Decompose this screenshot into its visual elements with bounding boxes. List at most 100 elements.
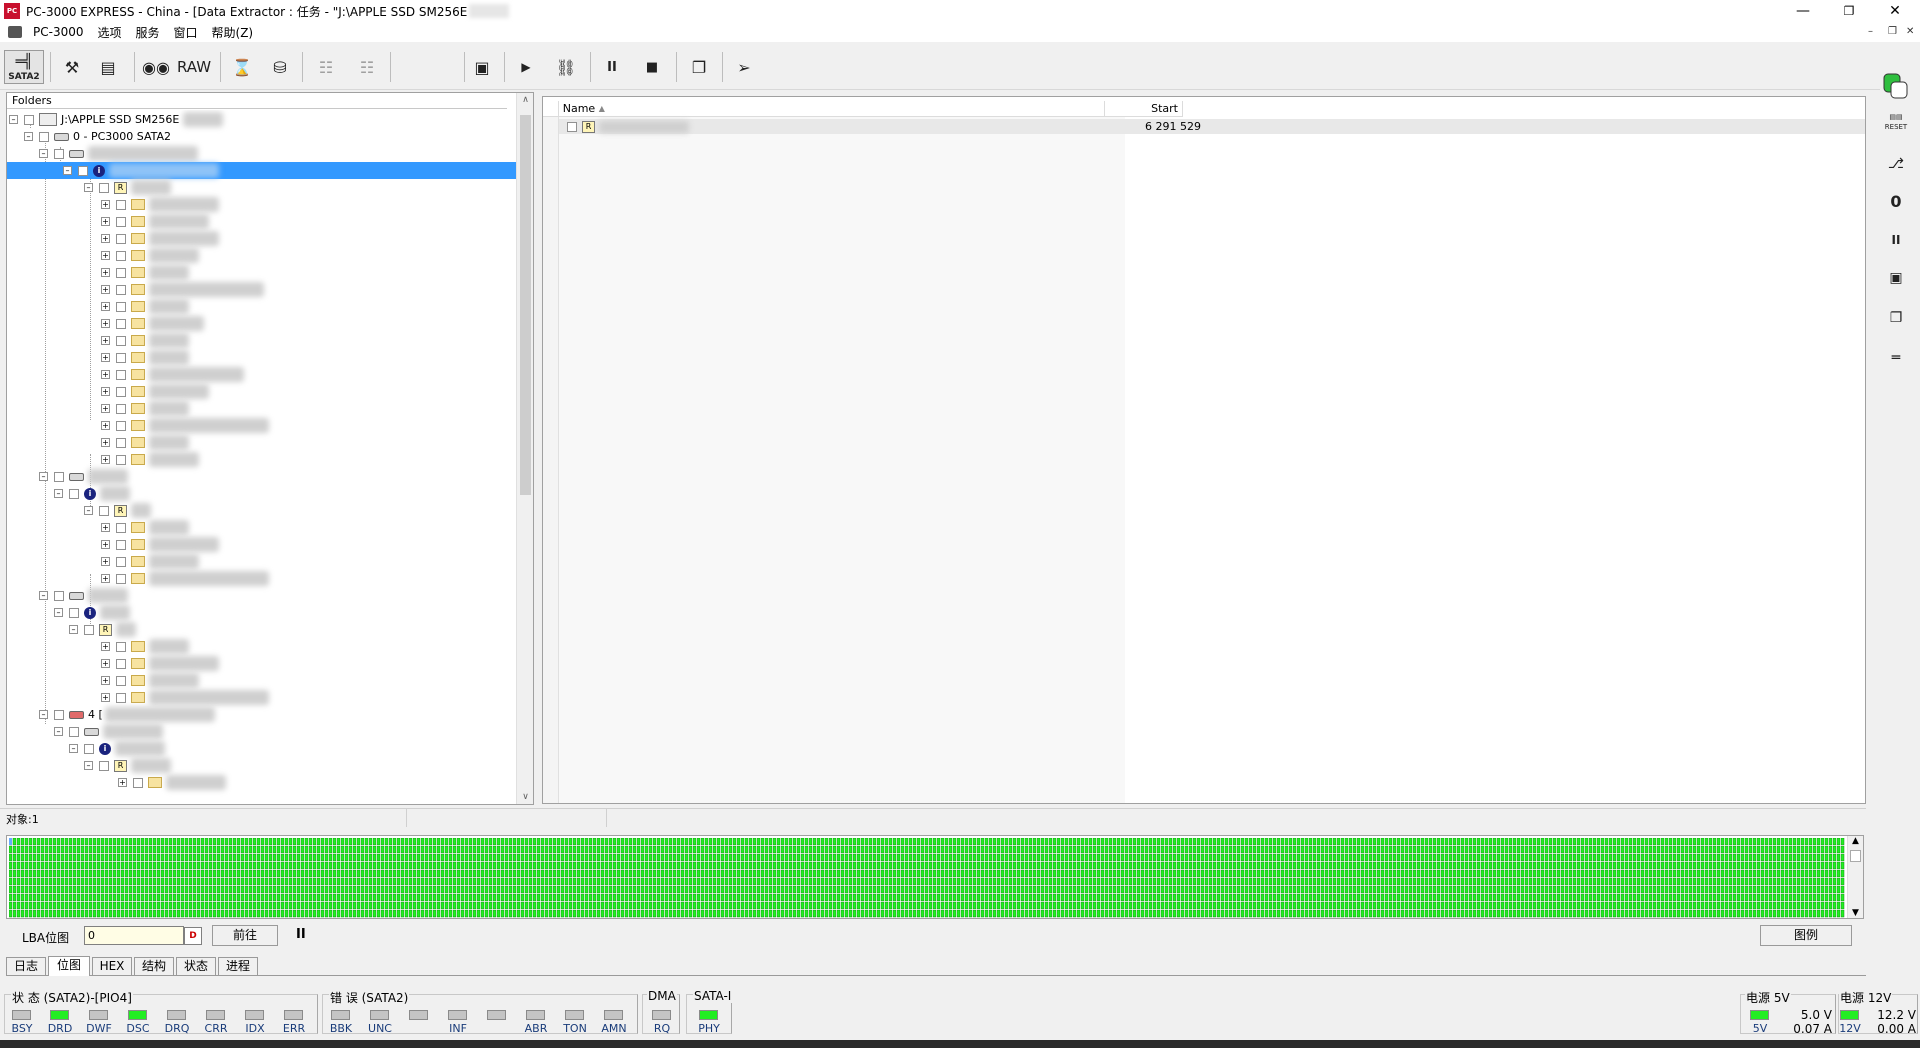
expand-toggle[interactable]: +	[101, 353, 110, 362]
node-checkbox[interactable]	[84, 743, 94, 754]
node-checkbox[interactable]	[99, 182, 109, 193]
scrollbar-thumb[interactable]	[1850, 850, 1861, 862]
node-checkbox[interactable]	[116, 556, 126, 567]
node-checkbox[interactable]	[116, 284, 126, 295]
node-checkbox[interactable]	[116, 403, 126, 414]
menu-help[interactable]: 帮助(Z)	[205, 24, 261, 41]
node-checkbox[interactable]	[116, 692, 126, 703]
node-checkbox[interactable]	[24, 114, 34, 125]
tree-node-folder[interactable]: +	[101, 383, 209, 400]
expand-toggle[interactable]: +	[101, 200, 110, 209]
tree-node-partition-4[interactable]: – 4 [	[39, 706, 215, 723]
document-app-icon[interactable]	[8, 26, 22, 38]
tree-node-folder[interactable]: +	[101, 400, 189, 417]
expand-toggle[interactable]: +	[101, 234, 110, 243]
tab-status[interactable]: 状态	[176, 957, 216, 976]
decimal-hex-toggle-icon[interactable]: D	[184, 927, 202, 945]
node-checkbox[interactable]	[133, 777, 143, 788]
collapse-toggle[interactable]: –	[84, 761, 93, 770]
node-checkbox[interactable]	[54, 471, 64, 482]
node-checkbox[interactable]	[54, 709, 64, 720]
tree-node-root-dir[interactable]: – R	[69, 621, 136, 638]
tree-node-partition[interactable]: –	[54, 723, 163, 740]
menu-window[interactable]: 窗口	[167, 24, 205, 41]
stop-icon[interactable]: ■	[638, 50, 666, 84]
hourglass-icon[interactable]: ⌛	[228, 50, 256, 84]
node-checkbox[interactable]	[84, 624, 94, 635]
node-checkbox[interactable]	[78, 165, 88, 176]
script-icon[interactable]: ▤	[94, 50, 122, 84]
windows-icon[interactable]: ❐	[684, 50, 714, 84]
expand-toggle[interactable]: +	[101, 659, 110, 668]
task-icon[interactable]: ▣	[468, 50, 496, 84]
scroll-up-arrow-icon[interactable]: ∧	[517, 95, 533, 105]
tree-node-folder[interactable]: +	[101, 417, 269, 434]
tree-node-partition[interactable]: –	[39, 587, 128, 604]
mdi-close-button[interactable]: ✕	[1906, 26, 1914, 37]
tree-node-device[interactable]: – 0 - PC3000 SATA2	[24, 128, 171, 145]
tree-node-folder[interactable]: +	[101, 570, 269, 587]
play-icon[interactable]: ▶	[514, 50, 538, 84]
node-checkbox[interactable]	[116, 369, 126, 380]
tree-node-folder[interactable]: +	[101, 332, 189, 349]
expand-toggle[interactable]: +	[101, 319, 110, 328]
row-checkbox[interactable]	[567, 121, 577, 132]
tree-node-folder[interactable]: +	[101, 315, 204, 332]
tree-node-folder[interactable]: +	[101, 196, 219, 213]
collapse-toggle[interactable]: –	[63, 166, 72, 175]
connector-icon[interactable]: ═	[1884, 346, 1908, 370]
tab-structure[interactable]: 结构	[134, 957, 174, 976]
mdi-restore-button[interactable]: ❐	[1888, 26, 1897, 37]
network-icon[interactable]: ⛓	[548, 50, 584, 84]
sata2-port-button[interactable]: ═╣ SATA2	[4, 50, 44, 84]
bitmap-cells[interactable]	[9, 838, 1845, 918]
node-checkbox[interactable]	[54, 148, 64, 159]
menu-options[interactable]: 选项	[90, 24, 128, 41]
expand-toggle[interactable]: +	[101, 455, 110, 464]
node-checkbox[interactable]	[116, 318, 126, 329]
collapse-toggle[interactable]: –	[69, 625, 78, 634]
side-pause-icon[interactable]: II	[1884, 228, 1908, 252]
tree-node-root-dir[interactable]: – R	[84, 502, 151, 519]
tree-node-folder[interactable]: +	[101, 213, 209, 230]
node-checkbox[interactable]	[99, 505, 109, 516]
tree-node-volume[interactable]: – i	[54, 604, 130, 621]
node-checkbox[interactable]	[116, 539, 126, 550]
node-checkbox[interactable]	[116, 420, 126, 431]
tree-node-folder[interactable]: +	[101, 519, 189, 536]
collapse-toggle[interactable]: –	[54, 489, 63, 498]
column-header-start[interactable]: Start	[1105, 101, 1183, 116]
collapse-toggle[interactable]: –	[84, 183, 93, 192]
scroll-up-arrow-icon[interactable]: ▲	[1848, 836, 1863, 846]
node-checkbox[interactable]	[99, 760, 109, 771]
tree-node-root-dir[interactable]: – R	[84, 757, 171, 774]
expand-toggle[interactable]: +	[101, 523, 110, 532]
lba-input[interactable]: 0	[84, 926, 184, 945]
tab-process[interactable]: 进程	[218, 957, 258, 976]
expand-toggle[interactable]: +	[101, 676, 110, 685]
node-checkbox[interactable]	[69, 488, 79, 499]
chip-reset-icon[interactable]: ▣	[1884, 266, 1908, 290]
expand-toggle[interactable]: +	[101, 285, 110, 294]
tree-node-folder[interactable]: +	[101, 298, 189, 315]
node-checkbox[interactable]	[116, 386, 126, 397]
node-checkbox[interactable]	[116, 335, 126, 346]
tree-node-folder[interactable]: +	[101, 536, 219, 553]
disk-export-icon[interactable]: ⛁	[266, 50, 294, 84]
tree-expand-icon[interactable]: ☷	[350, 50, 384, 84]
tree-vertical-scrollbar[interactable]: ∧ ∨	[516, 93, 533, 804]
collapse-toggle[interactable]: –	[39, 472, 48, 481]
node-checkbox[interactable]	[54, 590, 64, 601]
tree-node-folder[interactable]: +	[101, 672, 199, 689]
mdi-minimize-button[interactable]: –	[1868, 26, 1873, 37]
tree-node-folder[interactable]: +	[118, 774, 226, 791]
tab-bitmap[interactable]: 位图	[48, 956, 90, 976]
collapse-toggle[interactable]: –	[39, 149, 48, 158]
node-checkbox[interactable]	[116, 573, 126, 584]
expand-toggle[interactable]: +	[101, 336, 110, 345]
node-checkbox[interactable]	[116, 522, 126, 533]
folder-tree[interactable]: – J:\APPLE SSD SM256E – 0 - PC3000 SATA2…	[7, 110, 519, 804]
collapse-toggle[interactable]: –	[69, 744, 78, 753]
expand-toggle[interactable]: +	[101, 421, 110, 430]
expand-toggle[interactable]: +	[101, 404, 110, 413]
